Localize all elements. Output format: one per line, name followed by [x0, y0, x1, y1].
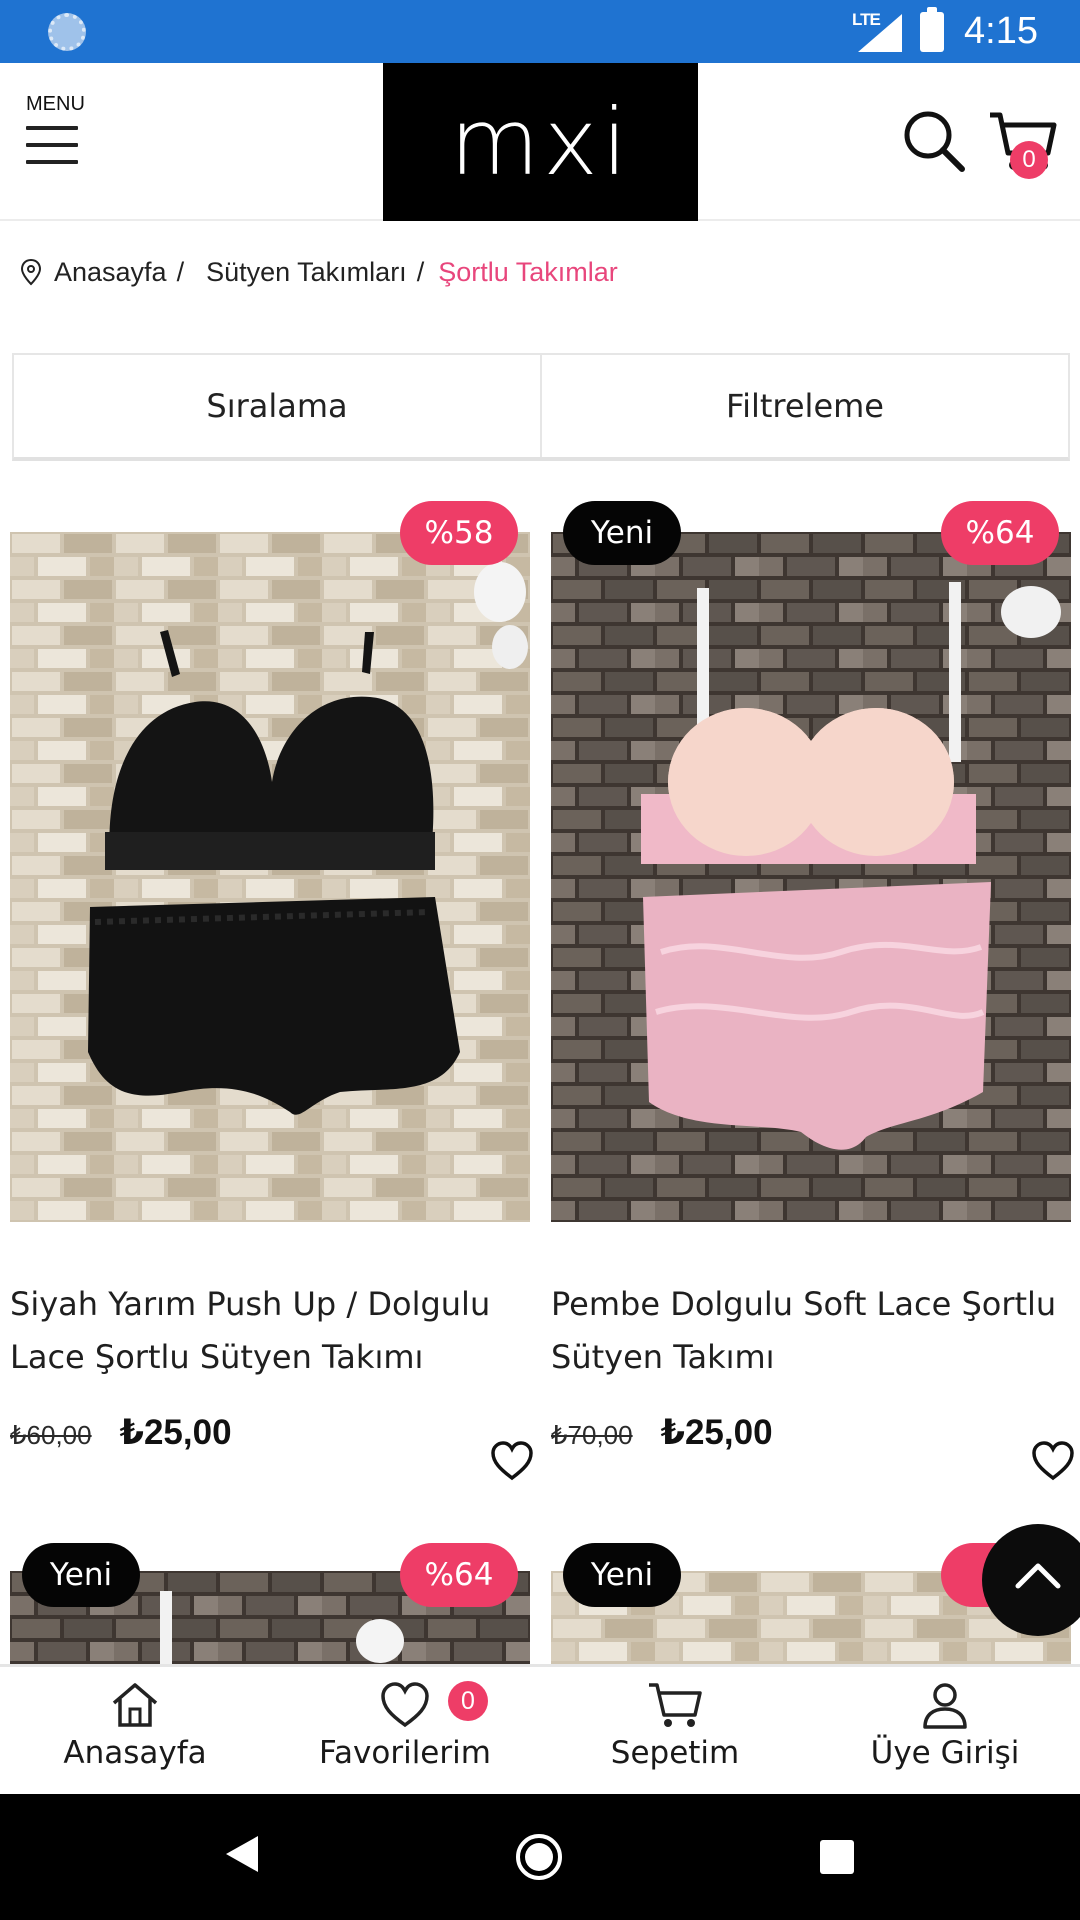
- menu-label: MENU: [26, 93, 85, 115]
- breadcrumb-current[interactable]: Şortlu Takımlar: [438, 257, 618, 288]
- cart-icon: [649, 1683, 702, 1727]
- product-title[interactable]: Pembe Dolgulu Soft Lace Şortlu Sütyen Ta…: [551, 1278, 1066, 1384]
- nav-item-home[interactable]: Anasayfa: [0, 1667, 270, 1794]
- product-image[interactable]: [10, 532, 530, 1222]
- recents-icon[interactable]: [820, 1840, 854, 1874]
- price-row: ₺60,00 ₺25,00: [10, 1413, 232, 1453]
- bottom-navigation: Anasayfa 0 Favorilerim Sepetim Üye Giriş…: [0, 1664, 1080, 1794]
- cart-count-badge: 0: [1010, 141, 1048, 179]
- home-button-icon[interactable]: [516, 1834, 562, 1880]
- nav-item-login[interactable]: Üye Girişi: [810, 1667, 1080, 1794]
- status-bar: LTE 4:15: [0, 0, 1080, 63]
- new-badge: Yeni: [563, 501, 681, 565]
- brand-logo[interactable]: mxi: [383, 63, 698, 221]
- product-title[interactable]: Siyah Yarım Push Up / Dolgulu Lace Şortl…: [10, 1278, 525, 1384]
- current-price: ₺25,00: [660, 1413, 773, 1452]
- heart-icon: [381, 1682, 429, 1728]
- search-icon[interactable]: [902, 109, 966, 173]
- sort-button[interactable]: Sıralama: [14, 355, 540, 457]
- nav-label: Anasayfa: [63, 1735, 207, 1771]
- price-row: ₺70,00 ₺25,00: [551, 1413, 773, 1453]
- sync-icon: [48, 13, 86, 51]
- product-image[interactable]: [551, 532, 1071, 1222]
- discount-badge: %64: [941, 501, 1059, 565]
- battery-icon: [920, 7, 944, 52]
- filter-button[interactable]: Filtreleme: [540, 355, 1068, 457]
- back-icon[interactable]: [224, 1834, 260, 1874]
- home-icon: [112, 1683, 158, 1727]
- new-badge: Yeni: [563, 1543, 681, 1607]
- discount-badge: %58: [400, 501, 518, 565]
- product-card[interactable]: Yeni %64 Pembe Dolgulu Soft Lace Şortlu …: [551, 501, 1074, 1501]
- chevron-up-icon: [1015, 1563, 1061, 1589]
- discount-badge: %64: [400, 1543, 518, 1607]
- sort-filter-bar: Sıralama Filtreleme: [12, 353, 1070, 461]
- breadcrumb: Anasayfa / Sütyen Takımları / Şortlu Tak…: [20, 252, 618, 292]
- system-navigation-bar: [0, 1794, 1080, 1920]
- add-to-favorites-heart-icon[interactable]: [490, 1441, 534, 1481]
- menu-button[interactable]: MENU: [26, 93, 96, 203]
- nav-label: Üye Girişi: [870, 1735, 1020, 1771]
- product-card[interactable]: %58 Siyah Yarım Push Up / Dolgulu Lace Ş…: [10, 501, 533, 1501]
- hamburger-icon: [26, 126, 78, 164]
- nav-item-favorites[interactable]: 0 Favorilerim: [270, 1667, 540, 1794]
- breadcrumb-home[interactable]: Anasayfa: [54, 257, 167, 288]
- favorites-count-badge: 0: [448, 1681, 488, 1721]
- clock: 4:15: [964, 10, 1038, 52]
- current-price: ₺25,00: [119, 1413, 232, 1452]
- old-price: ₺70,00: [551, 1420, 633, 1450]
- signal-icon: [858, 14, 902, 52]
- breadcrumb-separator: /: [416, 256, 425, 287]
- new-badge: Yeni: [22, 1543, 140, 1607]
- add-to-favorites-heart-icon[interactable]: [1031, 1441, 1075, 1481]
- breadcrumb-separator: /: [176, 256, 185, 287]
- app-header: MENU mxi 0: [0, 63, 1080, 221]
- old-price: ₺60,00: [10, 1420, 92, 1450]
- nav-item-cart[interactable]: Sepetim: [540, 1667, 810, 1794]
- nav-label: Sepetim: [610, 1735, 740, 1771]
- location-pin-icon: [20, 258, 42, 286]
- product-card[interactable]: Yeni %64: [10, 1543, 530, 1664]
- user-icon: [923, 1683, 967, 1729]
- breadcrumb-category[interactable]: Sütyen Takımları: [206, 257, 407, 288]
- nav-label: Favorilerim: [319, 1735, 491, 1771]
